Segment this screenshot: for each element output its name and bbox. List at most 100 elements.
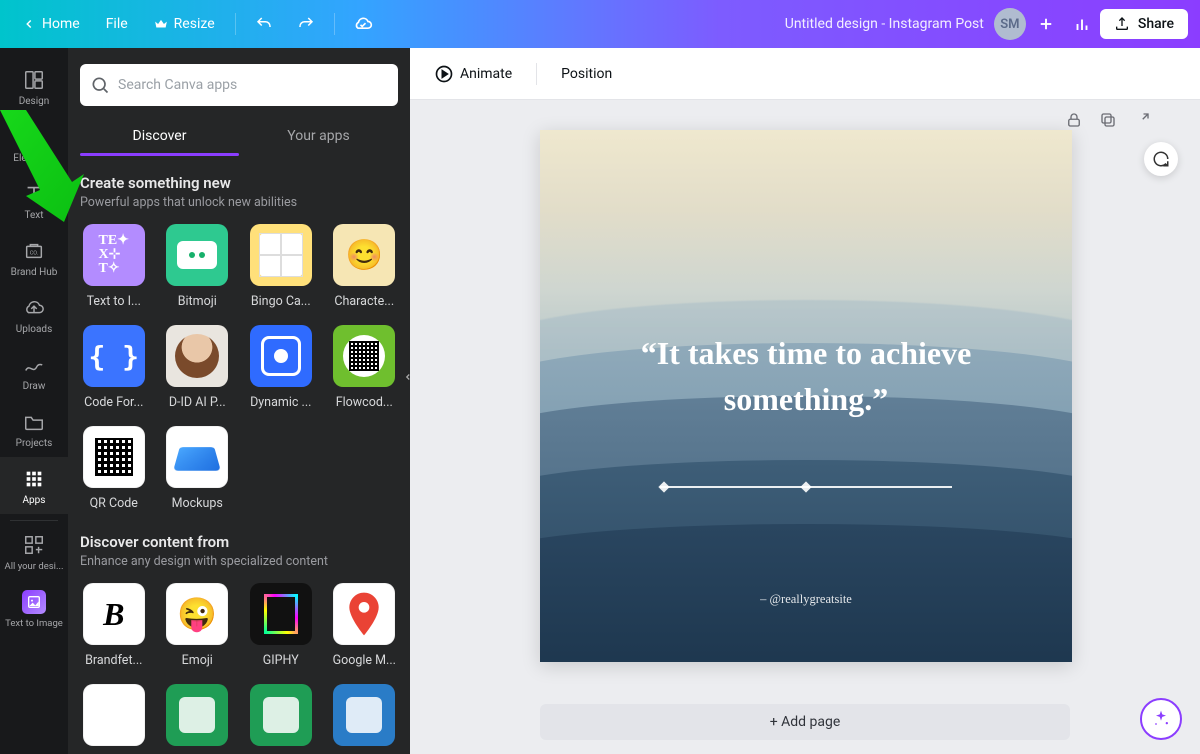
app-tile[interactable]: 😜Emoji	[164, 583, 232, 668]
app-label: QR Code	[90, 496, 138, 511]
app-label: Mockups	[172, 496, 223, 511]
tab-your-apps[interactable]: Your apps	[239, 118, 398, 156]
assistant-fab[interactable]	[1140, 698, 1182, 740]
search-box[interactable]	[80, 64, 398, 106]
rail-label: Uploads	[16, 324, 52, 335]
insights-button[interactable]	[1064, 6, 1100, 42]
redo-button[interactable]	[288, 6, 324, 42]
share-button[interactable]: Share	[1100, 9, 1188, 39]
plus-icon	[1037, 15, 1055, 33]
topbar-left: Home File Resize	[12, 6, 381, 42]
canvas-area: Animate Position “It takes time to achie…	[410, 48, 1200, 754]
app-tile[interactable]	[80, 684, 148, 754]
search-input[interactable]	[118, 77, 388, 93]
document-title[interactable]: Untitled design - Instagram Post	[785, 16, 984, 32]
add-page-button[interactable]: + Add page	[540, 704, 1070, 740]
app-tile[interactable]: Mockups	[164, 426, 232, 511]
back-button[interactable]: Home	[12, 10, 90, 38]
lock-button[interactable]	[1064, 110, 1084, 130]
app-tile[interactable]: TE✦X⊹T✧Text to I...	[80, 224, 148, 309]
app-icon	[166, 224, 228, 286]
app-icon	[250, 684, 312, 746]
rail-projects[interactable]: Projects	[0, 400, 68, 457]
design-icon	[22, 68, 46, 92]
app-tile[interactable]: Flowcod...	[331, 325, 399, 410]
app-tile[interactable]	[247, 684, 315, 754]
position-button[interactable]: Position	[551, 60, 622, 88]
app-icon	[250, 583, 312, 645]
app-icon	[333, 325, 395, 387]
apps-discover-grid: BBrandfet...😜EmojiGIPHY Google M...	[80, 583, 398, 754]
apps-icon	[22, 467, 46, 491]
add-collaborator-button[interactable]	[1028, 6, 1064, 42]
rail-label: Design	[19, 96, 50, 107]
app-tile[interactable]: Google M...	[331, 583, 399, 668]
section-discover-sub: Enhance any design with specialized cont…	[80, 554, 398, 569]
rail-brandhub[interactable]: CO. Brand Hub	[0, 229, 68, 286]
undo-icon	[255, 15, 273, 33]
rail-label: Text	[24, 210, 43, 221]
tab-discover[interactable]: Discover	[80, 118, 239, 156]
rail-label: All your desi...	[5, 561, 64, 572]
share-label: Share	[1138, 16, 1174, 32]
app-icon	[250, 325, 312, 387]
app-tile[interactable]: D-ID AI P...	[164, 325, 232, 410]
crown-icon	[154, 17, 168, 31]
folder-icon	[22, 410, 46, 434]
file-label: File	[106, 16, 128, 32]
rail-text-to-image[interactable]: Text to Image	[0, 580, 68, 637]
resize-menu[interactable]: Resize	[144, 10, 225, 38]
app-label: Google M...	[333, 653, 396, 668]
app-label: Code For...	[84, 395, 143, 410]
stage: “It takes time to achieve something.” – …	[410, 100, 1200, 754]
rail-apps[interactable]: Apps	[0, 457, 68, 514]
rail-text[interactable]: Text	[0, 172, 68, 229]
rail-label: Brand Hub	[11, 267, 58, 278]
app-icon: TE✦X⊹T✧	[83, 224, 145, 286]
expand-icon	[1133, 111, 1151, 129]
app-tile[interactable]	[164, 684, 232, 754]
app-label: Flowcod...	[336, 395, 393, 410]
quote-text[interactable]: “It takes time to achieve something.”	[540, 330, 1072, 423]
rail-elements[interactable]: Elements	[0, 115, 68, 172]
app-tile[interactable]: 😊Characte...	[331, 224, 399, 309]
home-label: Home	[42, 16, 80, 32]
rail-uploads[interactable]: Uploads	[0, 286, 68, 343]
undo-button[interactable]	[246, 6, 282, 42]
app-tile[interactable]: GIPHY	[247, 583, 315, 668]
app-icon	[83, 426, 145, 488]
rail-label: Apps	[23, 495, 46, 506]
app-tile[interactable]: Bingo Ca...	[247, 224, 315, 309]
panel-tabs: Discover Your apps	[80, 118, 398, 156]
left-rail: Design Elements Text CO. Brand Hub Uploa…	[0, 48, 68, 754]
rail-label: Text to Image	[5, 618, 63, 629]
app-label: D-ID AI P...	[169, 395, 226, 410]
elements-icon	[22, 125, 46, 149]
app-tile[interactable]: Dynamic ...	[247, 325, 315, 410]
attribution-text[interactable]: – @reallygreatsite	[540, 592, 1072, 607]
expand-button[interactable]	[1132, 110, 1152, 130]
section-discover-title: Discover content from	[80, 533, 398, 551]
app-tile[interactable]: BBrandfet...	[80, 583, 148, 668]
section-create-sub: Powerful apps that unlock new abilities	[80, 195, 398, 210]
app-tile[interactable]: Bitmoji	[164, 224, 232, 309]
rail-separator	[10, 520, 58, 521]
app-tile[interactable]: { }Code For...	[80, 325, 148, 410]
rail-label: Draw	[23, 381, 46, 392]
rail-draw[interactable]: Draw	[0, 343, 68, 400]
cloud-sync-button[interactable]	[345, 6, 381, 42]
tab-label: Discover	[133, 128, 187, 144]
animate-button[interactable]: Animate	[424, 58, 522, 90]
app-tile[interactable]: QR Code	[80, 426, 148, 511]
file-menu[interactable]: File	[96, 10, 138, 38]
avatar[interactable]: SM	[994, 8, 1026, 40]
artboard[interactable]: “It takes time to achieve something.” – …	[540, 130, 1072, 662]
app-icon: B	[83, 583, 145, 645]
app-icon: 😊	[333, 224, 395, 286]
app-tile[interactable]	[331, 684, 399, 754]
regenerate-button[interactable]	[1144, 142, 1178, 176]
duplicate-button[interactable]	[1098, 110, 1118, 130]
rail-all-designs[interactable]: All your desi...	[0, 523, 68, 580]
rail-design[interactable]: Design	[0, 58, 68, 115]
lock-icon	[1065, 111, 1083, 129]
